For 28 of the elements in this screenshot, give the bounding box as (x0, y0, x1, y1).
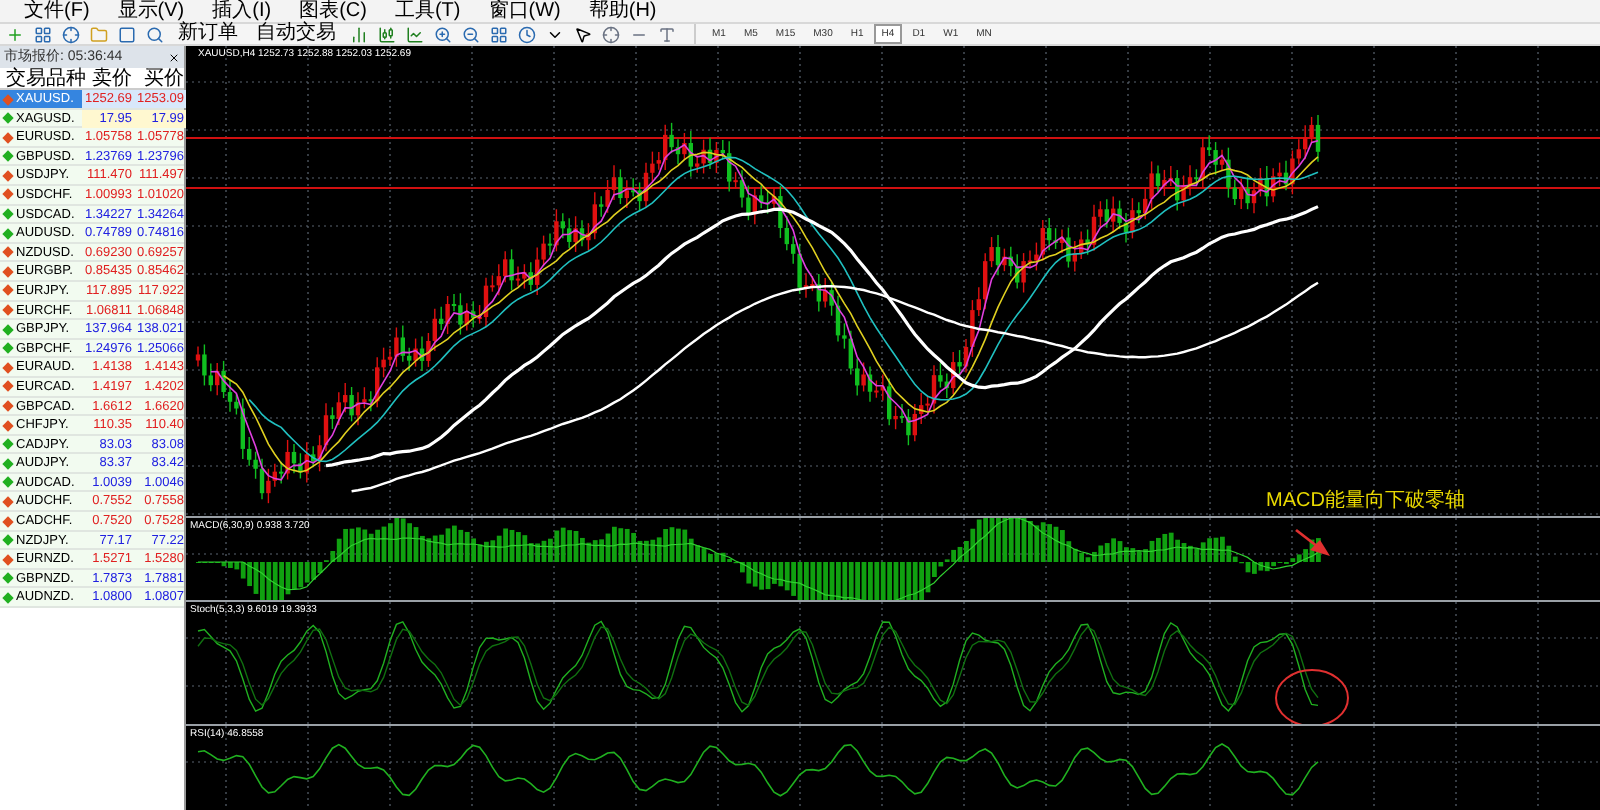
tile-windows-icon[interactable] (490, 25, 508, 43)
menu-item[interactable]: 工具(T) (394, 0, 461, 22)
column-header[interactable]: 交易品种 (0, 68, 82, 90)
chart-annotation: MACD能量向下破零轴 (1266, 490, 1465, 512)
candlestick-icon[interactable] (378, 25, 396, 43)
auto-trading-button[interactable]: 自动交易 (252, 24, 340, 44)
menu-item[interactable]: 帮助(H) (588, 0, 657, 22)
cursor-icon[interactable] (574, 25, 592, 43)
line-chart-icon[interactable] (406, 25, 424, 43)
crosshair-icon[interactable] (62, 25, 80, 43)
circle-annotation (1275, 669, 1349, 724)
close-icon[interactable] (168, 51, 180, 63)
crosshair-icon[interactable] (602, 25, 620, 43)
text-tool-icon[interactable] (658, 25, 676, 43)
new-order-button[interactable]: 新订单 (174, 24, 242, 44)
profiles-icon[interactable] (34, 25, 52, 43)
window-icon[interactable] (118, 25, 136, 43)
menu-item[interactable]: 插入(I) (212, 0, 272, 22)
clock-icon[interactable] (518, 25, 536, 43)
bar-chart-icon[interactable] (350, 25, 368, 43)
zoom-out-icon[interactable] (462, 25, 480, 43)
arrow-annotation (1295, 528, 1330, 556)
zoom-in-icon[interactable] (434, 25, 452, 43)
column-header[interactable]: 卖价 (82, 68, 134, 90)
search-icon[interactable] (146, 25, 164, 43)
menu-item[interactable]: 显示(V) (117, 0, 185, 22)
column-header[interactable]: 买价 (134, 68, 186, 90)
menu-item[interactable]: 图表(C) (299, 0, 367, 22)
